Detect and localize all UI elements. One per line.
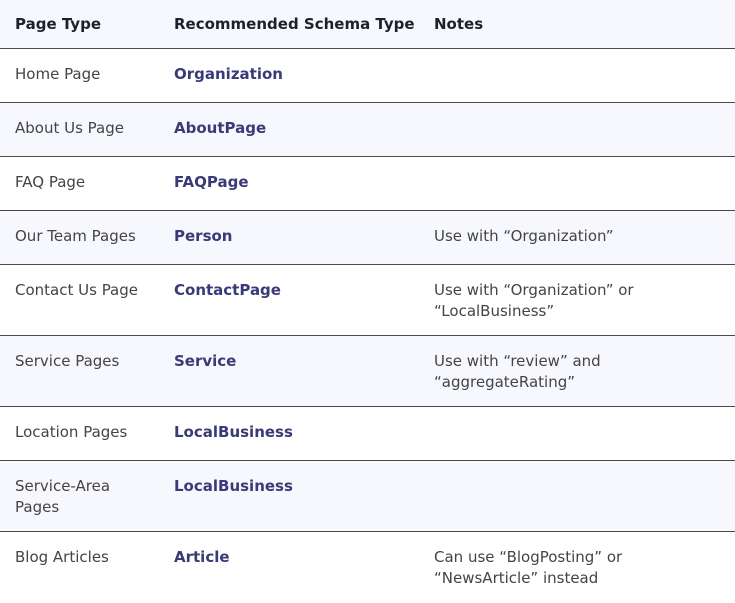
schema-type-cell: ContactPage [159, 264, 419, 336]
table-row: About Us Page AboutPage [0, 102, 735, 157]
schema-type-cell: Article [159, 531, 419, 602]
notes-cell: Use with “Organization” or “LocalBusines… [419, 264, 735, 336]
schema-type-cell: Service [159, 335, 419, 407]
notes-cell [419, 102, 735, 157]
notes-cell [419, 48, 735, 103]
page-type-cell: Home Page [0, 48, 159, 103]
notes-cell: Use with “review” and “aggregateRating” [419, 335, 735, 407]
page-type-cell: Contact Us Page [0, 264, 159, 336]
page-type-cell: Blog Articles [0, 531, 159, 602]
schema-type-cell: LocalBusiness [159, 460, 419, 532]
header-schema-type: Recommended Schema Type [159, 0, 419, 49]
table-header: Page Type Recommended Schema Type Notes [0, 0, 735, 49]
notes-cell [419, 156, 735, 211]
header-row: Page Type Recommended Schema Type Notes [0, 0, 735, 49]
header-notes: Notes [419, 0, 735, 49]
page-type-cell: Service-Area Pages [0, 460, 159, 532]
schema-type-cell: AboutPage [159, 102, 419, 157]
page-type-cell: Location Pages [0, 406, 159, 461]
schema-table: Page Type Recommended Schema Type Notes … [0, 0, 735, 602]
table-row: Contact Us Page ContactPage Use with “Or… [0, 264, 735, 336]
schema-type-cell: Person [159, 210, 419, 265]
schema-type-cell: Organization [159, 48, 419, 103]
page-type-cell: FAQ Page [0, 156, 159, 211]
header-page-type: Page Type [0, 0, 159, 49]
table-body: Home Page Organization About Us Page Abo… [0, 48, 735, 602]
notes-cell: Use with “Organization” [419, 210, 735, 265]
table-row: Service Pages Service Use with “review” … [0, 335, 735, 407]
table-row: Location Pages LocalBusiness [0, 406, 735, 461]
notes-cell [419, 406, 735, 461]
page-type-cell: Service Pages [0, 335, 159, 407]
notes-cell: Can use “BlogPosting” or “NewsArticle” i… [419, 531, 735, 602]
page-type-cell: About Us Page [0, 102, 159, 157]
schema-type-cell: LocalBusiness [159, 406, 419, 461]
table-row: Service-Area Pages LocalBusiness [0, 460, 735, 532]
table-row: Our Team Pages Person Use with “Organiza… [0, 210, 735, 265]
table-row: FAQ Page FAQPage [0, 156, 735, 211]
table-row: Home Page Organization [0, 48, 735, 103]
notes-cell [419, 460, 735, 532]
table-row: Blog Articles Article Can use “BlogPosti… [0, 531, 735, 602]
schema-type-cell: FAQPage [159, 156, 419, 211]
page-type-cell: Our Team Pages [0, 210, 159, 265]
